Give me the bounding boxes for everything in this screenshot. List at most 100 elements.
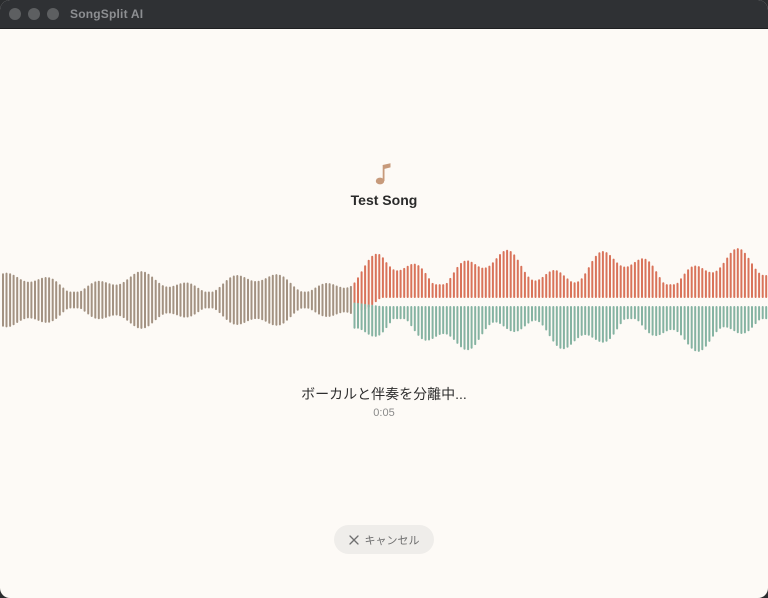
waveform-bar — [626, 266, 629, 320]
waveform-bar — [87, 285, 90, 315]
waveform-bar — [229, 277, 232, 323]
waveform-bar — [676, 282, 679, 333]
waveform-bar — [694, 265, 697, 352]
waveform-bar — [719, 267, 722, 329]
waveform-bar — [271, 274, 274, 326]
waveform-bar — [154, 279, 157, 321]
waveform-bar — [222, 283, 225, 317]
waveform-bar — [484, 267, 487, 330]
waveform-bar — [612, 258, 615, 335]
waveform-bar — [623, 266, 626, 320]
window-minimize-button[interactable] — [28, 8, 40, 20]
waveform-bar — [559, 272, 562, 349]
waveform-bar — [151, 276, 154, 324]
waveform-bar — [406, 265, 409, 322]
waveform-bar — [303, 291, 306, 309]
waveform-bar — [136, 271, 139, 329]
waveform-bar — [616, 262, 619, 330]
waveform-bar — [300, 291, 303, 309]
waveform-bar — [250, 280, 253, 320]
waveform-bar — [683, 273, 686, 340]
waveform-bar — [552, 270, 555, 342]
waveform-bar — [708, 271, 711, 342]
waveform-bar — [346, 287, 349, 313]
waveform-bar — [225, 280, 228, 320]
waveform-bar — [321, 283, 324, 317]
waveform-bar — [119, 283, 122, 317]
waveform-bar — [254, 281, 257, 320]
waveform-bar — [179, 283, 182, 317]
window-close-button[interactable] — [9, 8, 21, 20]
waveform-bar — [740, 249, 743, 334]
waveform-bar — [186, 282, 189, 318]
waveform-bar — [697, 266, 700, 352]
waveform-bar — [207, 291, 210, 309]
waveform-bar — [264, 278, 267, 322]
waveform-bar — [619, 265, 622, 325]
waveform-bar — [158, 282, 161, 318]
app-window: SongSplit AI Test Song ボーカルと伴奏を分離中... 0:… — [0, 0, 768, 598]
waveform-bar — [342, 287, 345, 313]
waveform-bar — [701, 268, 704, 351]
waveform-bar — [282, 276, 285, 324]
waveform-bar — [651, 265, 654, 336]
waveform-bar — [275, 274, 278, 326]
waveform-bar — [161, 285, 164, 315]
waveform-bar — [467, 260, 470, 351]
waveform-bar — [30, 281, 33, 319]
waveform-bar — [761, 274, 764, 320]
waveform-bar — [481, 267, 484, 335]
waveform-bar — [172, 285, 175, 315]
waveform-bar — [37, 279, 40, 321]
title-bar: SongSplit AI — [0, 0, 768, 29]
cancel-button[interactable]: キャンセル — [334, 525, 434, 554]
waveform-bar — [90, 283, 93, 317]
waveform-bar — [232, 275, 235, 325]
waveform-bar — [491, 262, 494, 323]
waveform-bar — [545, 273, 548, 331]
waveform-bar — [413, 263, 416, 332]
waveform-bar — [442, 284, 445, 335]
waveform-bar — [392, 269, 395, 320]
waveform-bar — [94, 281, 97, 319]
waveform-bar — [672, 284, 675, 331]
waveform-bar — [641, 258, 643, 326]
waveform-bar — [499, 254, 501, 324]
waveform-bar — [104, 282, 107, 318]
music-note-icon — [375, 163, 391, 185]
waveform-bar — [385, 262, 388, 329]
waveform-bar — [712, 272, 714, 337]
waveform-bar — [147, 273, 150, 327]
waveform-bar — [765, 275, 768, 320]
waveform-bar — [410, 264, 413, 327]
waveform-bar — [204, 291, 207, 309]
waveform-bar — [495, 258, 498, 323]
waveform-bar — [534, 280, 537, 321]
waveform-bar — [704, 270, 707, 347]
waveform-bar — [715, 270, 718, 333]
waveform-bar — [573, 282, 576, 342]
waveform-bar — [594, 255, 597, 340]
waveform-bar — [9, 273, 12, 327]
window-title: SongSplit AI — [70, 7, 144, 21]
waveform-bar — [381, 257, 384, 333]
waveform-bar — [48, 277, 51, 323]
waveform-bar — [531, 279, 533, 322]
waveform-bar — [513, 254, 516, 333]
waveform-bar — [435, 284, 438, 337]
waveform-bar — [658, 277, 661, 336]
waveform-bar — [144, 271, 146, 329]
waveform-bar — [243, 277, 246, 323]
waveform-bar — [587, 267, 590, 336]
waveform-bar — [424, 272, 427, 341]
waveform-bar — [445, 282, 448, 335]
window-zoom-button[interactable] — [47, 8, 59, 20]
waveform-bar — [165, 286, 168, 314]
waveform-visualization — [2, 248, 768, 352]
waveform-bar — [80, 290, 83, 310]
waveform-bar — [55, 281, 58, 319]
waveform-bar — [367, 259, 370, 335]
waveform-bar — [83, 288, 86, 312]
waveform-bar — [364, 265, 367, 333]
waveform-bar — [296, 289, 299, 311]
